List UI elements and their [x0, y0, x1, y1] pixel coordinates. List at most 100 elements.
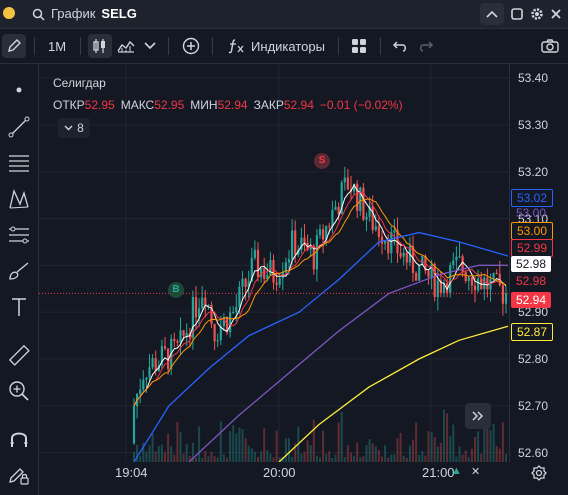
undo-button[interactable] — [388, 34, 412, 58]
candle-body — [287, 258, 291, 263]
candle-body — [163, 346, 167, 349]
volume-bar — [204, 451, 207, 462]
chart-type-dropdown[interactable] — [140, 34, 160, 58]
ma-line-purple — [188, 264, 508, 462]
volume-bar — [219, 421, 222, 462]
change-value: −0.01 (−0.02%) — [319, 98, 403, 112]
candles-chart-type-button[interactable] — [88, 34, 112, 58]
screenshot-button[interactable] — [538, 34, 562, 58]
volume-bar — [461, 454, 464, 462]
volume-bar — [439, 443, 442, 462]
volume-bar — [322, 430, 325, 462]
buy-marker[interactable]: B — [168, 282, 184, 298]
text-tool[interactable] — [6, 294, 32, 320]
volume-bar — [384, 445, 387, 462]
cursor-tool[interactable] — [6, 77, 32, 103]
drawing-mode-button[interactable] — [2, 34, 26, 58]
volume-bar — [498, 448, 501, 462]
candle-body — [377, 226, 380, 237]
volume-bar — [300, 453, 303, 462]
volume-bar — [365, 444, 368, 462]
maximize-icon[interactable] — [510, 7, 524, 21]
pencil-lock-icon — [9, 468, 29, 485]
close-icon[interactable]: ✕ — [471, 465, 480, 478]
candle-body — [346, 177, 349, 190]
candle-body — [148, 367, 151, 378]
redo-button[interactable] — [414, 34, 438, 58]
candle-body — [495, 272, 498, 274]
candle-body — [473, 285, 477, 291]
candle-body — [470, 277, 473, 286]
candle-body — [433, 264, 436, 297]
ma-line-blue — [133, 231, 509, 462]
candle-body — [176, 341, 179, 343]
candle-body — [501, 285, 504, 304]
time-axis[interactable]: 19:04 20:00 21:00 ▲ ✕ — [39, 462, 509, 484]
horizontal-lines-icon — [9, 155, 29, 172]
volume-bar — [176, 421, 179, 462]
price-chart[interactable] — [39, 64, 509, 462]
indicators-button[interactable]: Индикаторы — [224, 34, 328, 58]
high-value: 52.95 — [154, 98, 185, 112]
candle-body — [365, 216, 368, 220]
price-tick-label: 52.70 — [518, 398, 549, 413]
measure-tool[interactable] — [6, 342, 32, 368]
candle-body — [253, 249, 256, 258]
candle-body — [235, 306, 238, 312]
indicators-label: Индикаторы — [251, 38, 325, 54]
volume-bar — [222, 454, 225, 462]
zoom-tool[interactable] — [6, 378, 32, 404]
price-axis[interactable]: 53.40 53.30 53.20 53.10 52.90 52.80 52.70 52.60… — [509, 64, 568, 462]
price-label: 53.00 — [515, 206, 547, 220]
candle-body — [278, 278, 281, 285]
window-status-dot[interactable] — [3, 7, 15, 19]
magnet-tool[interactable] — [6, 426, 32, 452]
price-label: 52.94 — [511, 292, 551, 308]
ruler-icon — [8, 344, 30, 366]
close-icon[interactable] — [550, 8, 562, 20]
projection-tool[interactable] — [6, 222, 32, 248]
trend-line-icon — [8, 116, 30, 138]
gear-icon[interactable] — [530, 7, 544, 21]
interval-button[interactable]: 1M — [42, 34, 72, 58]
indicators-count: 8 — [77, 121, 84, 135]
scroll-to-realtime-button[interactable] — [465, 403, 491, 429]
double-chevron-right-icon — [472, 411, 484, 421]
lock-drawings-tool[interactable] — [6, 462, 32, 488]
layouts-button[interactable] — [346, 34, 372, 58]
sell-marker[interactable]: S — [314, 153, 330, 169]
candle-body — [201, 297, 204, 309]
compare-button[interactable] — [178, 34, 204, 58]
collapse-button[interactable] — [480, 3, 504, 25]
area-chart-type-button[interactable] — [114, 34, 138, 58]
chart-settings-button[interactable] — [530, 464, 548, 487]
open-value: 52.95 — [84, 98, 115, 112]
volume-bar — [408, 445, 411, 462]
volume-bar — [232, 425, 235, 462]
candle-body — [132, 406, 136, 444]
volume-bar — [325, 453, 328, 462]
trend-line-tool[interactable] — [6, 114, 32, 140]
volume-bar — [145, 451, 148, 462]
volume-bar — [495, 445, 498, 462]
fib-retracement-tool[interactable] — [6, 150, 32, 176]
window-title-symbol: SELG — [101, 6, 137, 21]
volume-bar — [390, 454, 393, 462]
text-icon — [12, 298, 26, 316]
volume-bar — [151, 433, 154, 462]
indicators-toggle[interactable]: 8 — [58, 118, 90, 138]
pattern-tool[interactable] — [6, 186, 32, 212]
volume-bar — [470, 448, 473, 462]
candle-body — [269, 260, 272, 275]
candle-body — [467, 277, 470, 281]
event-marker-icon[interactable]: ▲ — [451, 465, 462, 477]
volume-bar — [371, 443, 374, 462]
chart-toolbar: 1M Индикаторы — [0, 29, 568, 64]
volume-bar — [179, 431, 182, 462]
volume-bar — [269, 453, 272, 462]
low-value: 52.94 — [217, 98, 248, 112]
camera-icon — [541, 39, 559, 53]
symbol-search[interactable]: График SELG — [32, 0, 137, 28]
volume-bar — [263, 428, 266, 462]
brush-tool[interactable] — [6, 258, 32, 284]
